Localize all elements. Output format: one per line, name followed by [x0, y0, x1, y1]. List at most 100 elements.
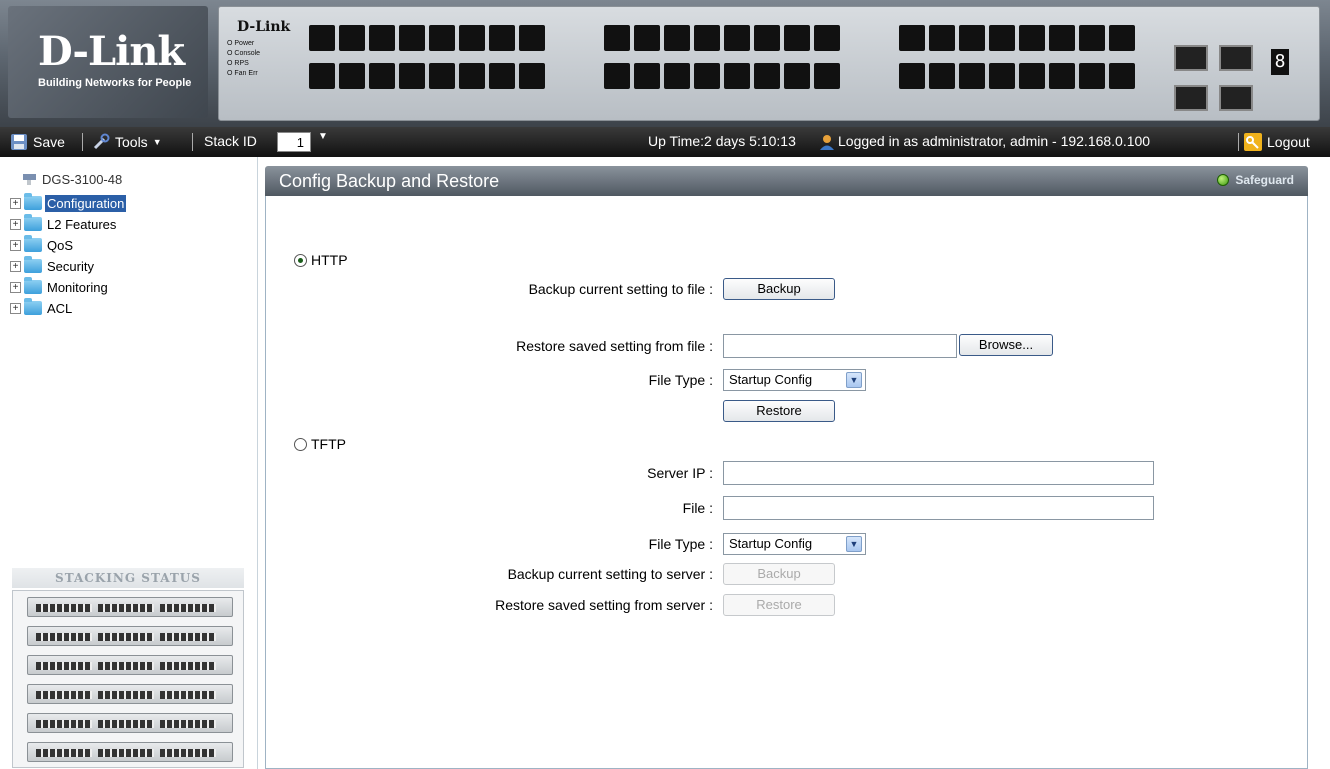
expand-icon[interactable]: + — [10, 197, 21, 209]
uptime-text: Up Time:2 days 5:10:13 — [648, 133, 796, 149]
tree-item-l2-features[interactable]: + L2 Features — [10, 214, 118, 234]
expand-icon[interactable]: + — [10, 281, 21, 293]
chevron-down-icon[interactable]: ▼ — [846, 536, 862, 552]
folder-icon — [24, 235, 42, 252]
browse-button[interactable]: Browse... — [959, 334, 1053, 356]
page-title: Config Backup and Restore — [279, 171, 500, 191]
tree-item-configuration[interactable]: + Configuration — [10, 193, 127, 213]
tree-item-security[interactable]: + Security — [10, 256, 96, 276]
stack-id-select[interactable]: 1 — [277, 132, 311, 152]
stack-unit[interactable] — [27, 713, 233, 733]
port-group-1 — [309, 25, 545, 101]
tree-item-acl[interactable]: + ACL — [10, 298, 74, 318]
toolbar-divider — [192, 133, 193, 151]
page-header: Config Backup and Restore Safeguard — [265, 166, 1308, 196]
restore-file-input[interactable] — [723, 334, 957, 358]
sfp-port — [1174, 85, 1208, 111]
chevron-down-icon[interactable]: ▼ — [318, 131, 328, 142]
toolbar: Save Tools ▼ Stack ID 1 ▼ Up Time:2 days… — [0, 127, 1330, 157]
switch-device-icon — [23, 174, 36, 185]
http-radio[interactable] — [294, 253, 307, 267]
restore-file-label: Restore saved setting from file : — [516, 338, 713, 354]
http-file-type-label: File Type : — [648, 372, 713, 388]
port-group-3 — [899, 25, 1135, 101]
tftp-file-input[interactable] — [723, 496, 1154, 520]
chevron-down-icon: ▼ — [152, 137, 162, 147]
sfp-port — [1219, 45, 1253, 71]
http-file-type-select[interactable]: Startup Config ▼ — [723, 369, 866, 391]
tree-item-monitoring[interactable]: + Monitoring — [10, 277, 110, 297]
stack-unit[interactable] — [27, 626, 233, 646]
tree-root-device[interactable]: DGS-3100-48 — [22, 171, 122, 187]
tree-item-label: Monitoring — [47, 279, 108, 295]
sfp-port — [1174, 45, 1208, 71]
folder-icon — [24, 298, 42, 315]
logo-text: D-Link — [38, 28, 185, 75]
server-ip-label: Server IP : — [647, 465, 713, 481]
tftp-backup-button[interactable]: Backup — [723, 563, 835, 585]
stack-unit[interactable] — [27, 684, 233, 704]
expand-icon[interactable]: + — [10, 260, 21, 272]
tools-menu[interactable]: Tools ▼ — [92, 133, 162, 151]
stack-id-label: Stack ID — [204, 133, 257, 149]
tftp-file-label: File : — [682, 500, 713, 516]
backup-button[interactable]: Backup — [723, 278, 835, 300]
tree-item-qos[interactable]: + QoS — [10, 235, 75, 255]
expand-icon[interactable]: + — [10, 239, 21, 251]
safeguard-label: Safeguard — [1235, 173, 1294, 187]
save-label: Save — [33, 134, 65, 150]
logout-label: Logout — [1267, 134, 1310, 150]
tree-item-label: Security — [47, 258, 94, 274]
logo-tagline: Building Networks for People — [38, 77, 192, 89]
folder-icon — [24, 256, 42, 273]
stacking-status-list — [12, 590, 244, 768]
sfp-port — [1219, 85, 1253, 111]
tree-item-label: QoS — [47, 237, 74, 253]
toolbar-divider — [1238, 133, 1239, 151]
login-info: Logged in as administrator, admin - 192.… — [838, 133, 1151, 149]
tools-icon — [93, 133, 110, 150]
safeguard-led-icon — [1217, 174, 1230, 186]
tree-item-label: Configuration — [45, 194, 127, 212]
folder-icon — [24, 193, 42, 210]
stack-unit[interactable] — [27, 742, 233, 762]
server-ip-input[interactable] — [723, 461, 1154, 485]
expand-icon[interactable]: + — [10, 218, 21, 230]
http-radio-option[interactable]: HTTP — [294, 252, 348, 268]
tools-label: Tools — [115, 134, 148, 150]
backup-server-label: Backup current setting to server : — [507, 566, 713, 582]
device-banner: D-Link Building Networks for People D-Li… — [0, 0, 1330, 127]
tftp-restore-button[interactable]: Restore — [723, 594, 835, 616]
restore-button[interactable]: Restore — [723, 400, 835, 422]
toolbar-divider — [82, 133, 83, 151]
stack-unit[interactable] — [27, 597, 233, 617]
floppy-icon — [11, 134, 27, 150]
tftp-file-type-select[interactable]: Startup Config ▼ — [723, 533, 866, 555]
stacking-status-title: Stacking Status — [12, 568, 244, 588]
tftp-label: TFTP — [311, 436, 346, 452]
user-icon — [818, 133, 836, 151]
panel-brand: D-Link — [237, 19, 291, 35]
stack-unit[interactable] — [27, 655, 233, 675]
tree-item-label: L2 Features — [47, 216, 117, 232]
dlink-logo: D-Link Building Networks for People — [8, 6, 208, 118]
tree-item-label: ACL — [47, 300, 73, 316]
save-button[interactable]: Save — [10, 133, 65, 151]
config-form: HTTP Backup current setting to file : Ba… — [265, 196, 1308, 769]
folder-icon — [24, 214, 42, 231]
folder-icon — [24, 277, 42, 294]
expand-icon[interactable]: + — [10, 302, 21, 314]
tftp-radio[interactable] — [294, 437, 307, 451]
tftp-radio-option[interactable]: TFTP — [294, 436, 346, 452]
logout-button[interactable]: Logout — [1244, 133, 1310, 151]
tftp-file-type-label: File Type : — [648, 536, 713, 552]
switch-front-panel: D-Link O Power O Console O RPS O Fan Err… — [218, 6, 1320, 121]
key-icon — [1244, 133, 1262, 151]
panel-leds: O Power O Console O RPS O Fan Err — [227, 40, 261, 77]
http-label: HTTP — [311, 252, 348, 268]
safeguard-indicator: Safeguard — [1217, 173, 1294, 187]
restore-server-label: Restore saved setting from server : — [495, 597, 713, 613]
chevron-down-icon[interactable]: ▼ — [846, 372, 862, 388]
unit-id-display: 8 — [1271, 49, 1289, 75]
navigation-panel: DGS-3100-48 + Configuration + L2 Feature… — [0, 157, 258, 769]
